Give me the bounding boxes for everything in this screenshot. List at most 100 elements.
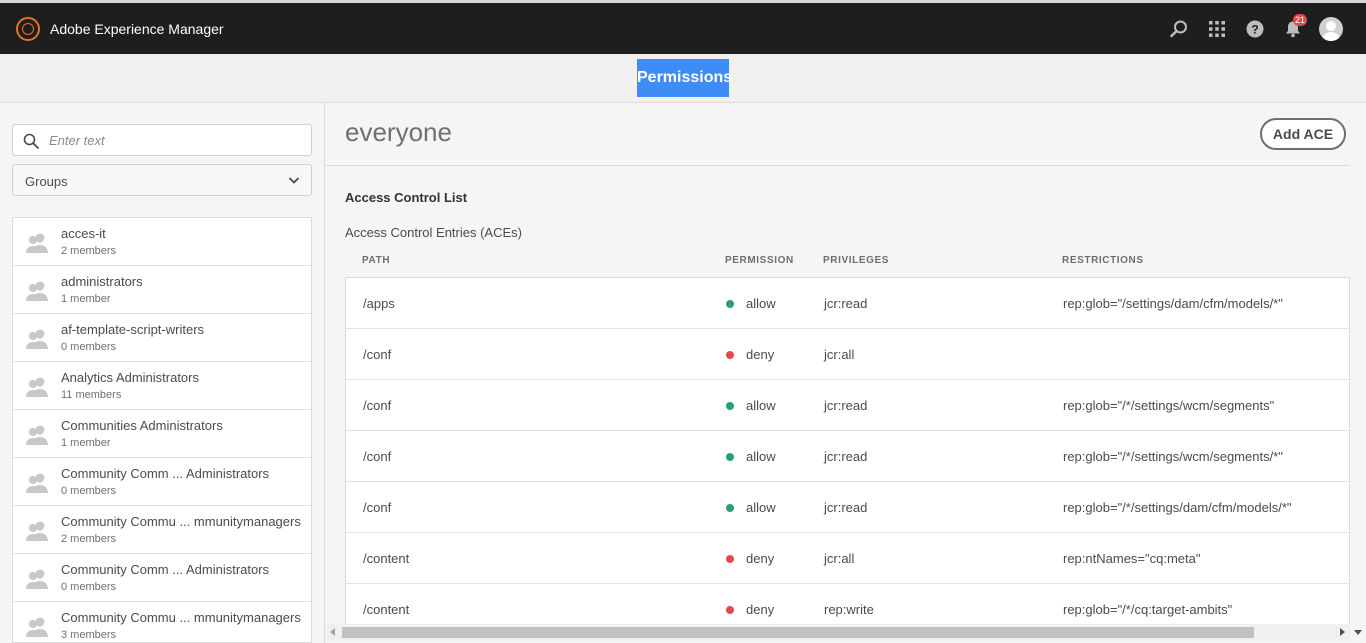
deny-status-icon [726,555,734,563]
ace-row[interactable]: /conf allow jcr:read rep:glob="/*/settings/… [346,482,1349,533]
search-field[interactable] [12,124,312,156]
acl-heading: Access Control List [345,190,468,205]
app-title[interactable]: Adobe Experience Manager [50,21,224,37]
group-name: Community Comm ... Administrators [61,562,270,577]
group-member-count: 2 members [61,533,117,545]
ace-permission: allow [746,500,776,515]
group-member-count: 2 members [61,245,117,257]
group-list-item[interactable]: Community Comm ... Administrators 0 membe… [13,458,311,506]
ace-row[interactable]: /content deny jcr:all rep:ntNames="cq:meta" [346,533,1349,584]
user-group-icon [25,280,49,307]
user-group-icon [25,568,49,595]
deny-status-icon [726,606,734,614]
group-list-item[interactable]: Analytics Administrators 11 members [13,362,311,410]
ace-privileges: jcr:read [824,449,868,464]
notifications-button[interactable]: 21 [1274,10,1312,48]
page-title: Permissions [637,59,732,97]
search-input[interactable] [47,129,297,151]
group-name: Analytics Administrators [61,370,199,385]
help-icon: ? [1246,20,1264,37]
column-header-privileges[interactable]: PRIVILEGES [823,255,889,266]
horizontal-scrollbar[interactable] [325,624,1350,641]
group-list-item[interactable]: af-template-script-writers 0 members [13,314,311,362]
principal-name: everyone [345,117,452,147]
ace-row[interactable]: /conf allow jcr:read rep:glob="/*/settings/… [346,431,1349,482]
group-list-item[interactable]: administrators 1 member [13,266,311,314]
group-list-item[interactable]: Community Commu ... mmunitymanagers 2 mem… [13,506,311,554]
column-header-restrictions[interactable]: RESTRICTIONS [1062,255,1144,266]
search-icon [23,133,39,149]
allow-status-icon [726,504,734,512]
user-group-icon [25,520,49,547]
ace-row[interactable]: /conf deny jcr:all [346,329,1349,380]
ace-restrictions: rep:ntNames="cq:meta" [1063,551,1201,566]
group-member-count: 0 members [61,485,117,497]
group-list-item[interactable]: Community Commu ... mmunitymanagers 3 mem… [13,602,311,642]
apps-grid-icon [1209,20,1225,37]
user-menu-button[interactable] [1312,10,1350,48]
ace-path: /conf [363,398,392,413]
search-icon [1170,20,1187,37]
shell-actions: ? 21 [1160,3,1350,54]
chevron-down-icon [288,177,300,184]
group-name: af-template-script-writers [61,322,205,337]
ace-permission: deny [746,347,775,362]
ace-permission: allow [746,398,776,413]
ace-path: /apps [363,296,395,311]
scroll-down-icon[interactable] [1354,630,1362,635]
ace-row[interactable]: /apps allow jcr:read rep:glob="/settings/da… [346,278,1349,329]
group-member-count: 0 members [61,341,117,353]
ace-permission: allow [746,296,776,311]
principal-header: everyone Add ACE [325,103,1366,166]
group-name: acces-it [61,226,106,241]
add-ace-button[interactable]: Add ACE [1260,118,1346,150]
aem-logo-icon[interactable] [16,16,40,41]
deny-status-icon [726,351,734,359]
group-member-count: 0 members [61,581,117,593]
ace-privileges: jcr:all [824,347,855,362]
table-header: PATH PERMISSION PRIVILEGES RESTRICTIONS [345,253,1350,277]
ace-privileges: jcr:all [824,551,855,566]
ace-path: /content [363,602,410,617]
group-list-item[interactable]: acces-it 2 members [13,218,311,266]
main-panel: everyone Add ACE Access Control List Acc… [325,103,1366,643]
scrollbar-thumb[interactable] [342,627,1254,638]
column-header-path[interactable]: PATH [362,255,390,266]
ace-permission: deny [746,551,775,566]
search-button[interactable] [1160,10,1198,48]
ace-restrictions: rep:glob="/*/settings/wcm/segments" [1063,398,1275,413]
user-group-icon [25,424,49,451]
group-name: Community Comm ... Administrators [61,466,270,481]
user-group-icon [25,472,49,499]
allow-status-icon [726,453,734,461]
group-member-count: 1 member [61,437,111,449]
help-button[interactable]: ? [1236,10,1274,48]
user-avatar [1319,16,1343,41]
ace-restrictions: rep:glob="/settings/dam/cfm/models/*" [1063,296,1283,311]
column-header-permission[interactable]: PERMISSION [725,255,794,266]
notification-badge: 21 [1292,13,1307,26]
ace-row[interactable]: /conf allow jcr:read rep:glob="/*/settings/… [346,380,1349,431]
group-list-item[interactable]: Community Comm ... Administrators 0 membe… [13,554,311,602]
aces-heading: Access Control Entries (ACEs) [345,225,522,240]
group-name: Community Commu ... mmunitymanagers [61,514,301,529]
group-list: acces-it 2 members administrators 1 member a… [12,217,312,643]
vertical-scrollbar[interactable] [1350,103,1366,641]
principal-type-select[interactable]: Groups [12,164,312,196]
select-value: Groups [25,174,68,189]
group-list-item[interactable]: Communities Administrators 1 member [13,410,311,458]
user-group-icon [25,232,49,259]
ace-permission: deny [746,602,775,617]
ace-restrictions: rep:glob="/*/settings/dam/cfm/models/*" [1063,500,1292,515]
ace-row[interactable]: /content deny rep:write rep:glob="/*/cq:tar… [346,584,1349,624]
left-rail: Groups acces-it 2 members administrators 1 … [0,103,325,643]
ace-privileges: jcr:read [824,500,868,515]
svg-text:?: ? [1251,22,1258,36]
allow-status-icon [726,402,734,410]
solutions-button[interactable] [1198,10,1236,48]
scroll-right-icon[interactable] [1340,628,1345,636]
scroll-left-icon[interactable] [330,628,335,636]
group-name: Community Commu ... mmunitymanagers [61,610,301,625]
user-group-icon [25,376,49,403]
ace-path: /conf [363,500,392,515]
